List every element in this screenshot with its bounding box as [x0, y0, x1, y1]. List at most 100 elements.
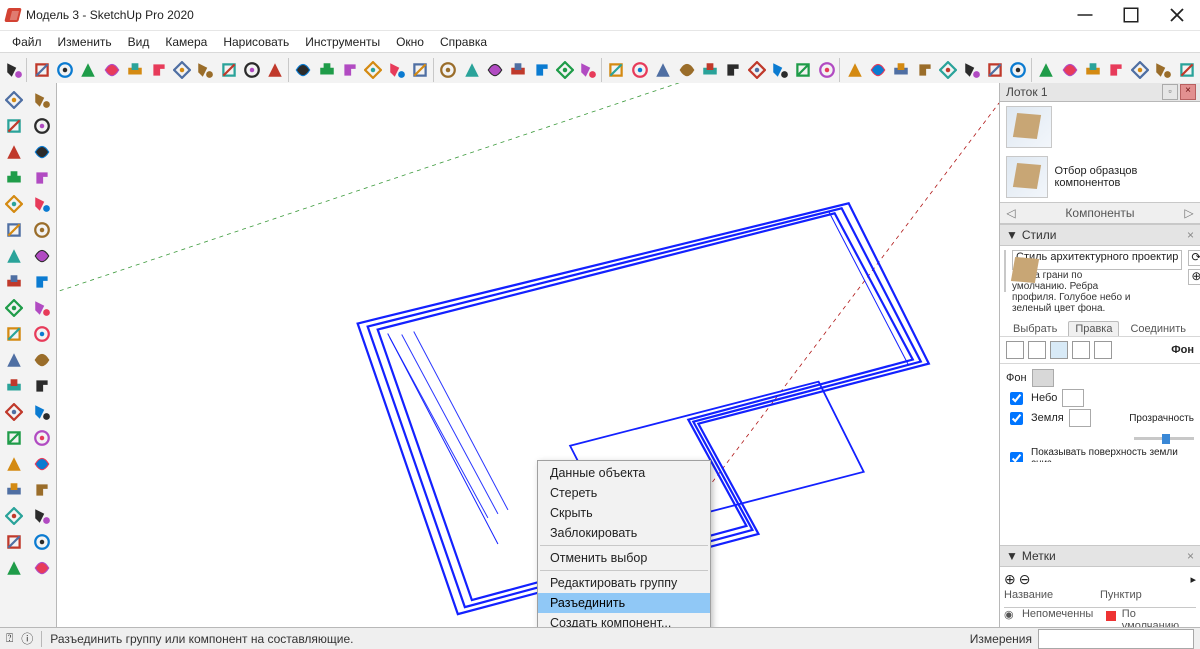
tool-rotate[interactable]	[240, 57, 263, 84]
ltool-axes[interactable]	[1, 373, 27, 399]
tool-offset[interactable]	[194, 57, 217, 84]
transparency-slider[interactable]	[1134, 437, 1194, 440]
tool-xray[interactable]	[768, 57, 791, 84]
bg-settings-icon[interactable]	[1050, 341, 1068, 359]
ltool-component[interactable]	[29, 87, 55, 113]
tool-house1[interactable]	[1035, 57, 1058, 84]
tool-iso[interactable]	[577, 57, 600, 84]
tool-top[interactable]	[605, 57, 628, 84]
tray-close-icon[interactable]: ×	[1180, 84, 1196, 100]
ltool-follow[interactable]	[29, 243, 55, 269]
tool-zoom-ext[interactable]	[507, 57, 530, 84]
prev-icon[interactable]: ◁	[1004, 206, 1018, 220]
help-icon[interactable]: ⍰	[6, 631, 13, 646]
tool-plugin4[interactable]	[983, 57, 1006, 84]
tool-house3[interactable]	[1081, 57, 1104, 84]
tool-eraser[interactable]	[30, 57, 53, 84]
ltool-offset[interactable]	[1, 269, 27, 295]
ltool-arc2[interactable]	[29, 165, 55, 191]
menu-view[interactable]: Вид	[122, 33, 156, 51]
tool-tape[interactable]	[292, 57, 315, 84]
tags-col-name[interactable]: Название	[1004, 589, 1094, 607]
next-icon[interactable]: ▷	[1182, 206, 1196, 220]
ltool-rect[interactable]	[1, 191, 27, 217]
ltool-solid[interactable]	[1, 555, 27, 581]
tags-col-dash[interactable]: Пунктир	[1100, 589, 1142, 607]
ctx-deselect[interactable]: Отменить выбор	[538, 548, 710, 568]
add-tag-icon[interactable]: ⊕	[1004, 571, 1016, 587]
face-settings-icon[interactable]	[1028, 341, 1046, 359]
modeling-icon[interactable]	[1094, 341, 1112, 359]
tool-orbit[interactable]	[437, 57, 460, 84]
tool-house2[interactable]	[1058, 57, 1081, 84]
components-footer[interactable]: ◁ Компоненты ▷	[1000, 202, 1200, 224]
menu-camera[interactable]: Камера	[159, 33, 213, 51]
tool-rect[interactable]	[100, 57, 123, 84]
ltool-prev[interactable]	[29, 477, 55, 503]
ltool-orbit[interactable]	[1, 425, 27, 451]
tab-edit[interactable]: Правка	[1068, 321, 1119, 336]
ltool-eraser[interactable]	[1, 113, 27, 139]
panel-close-icon[interactable]: ×	[1187, 549, 1194, 563]
ltool-tape[interactable]	[29, 321, 55, 347]
ltool-protractor[interactable]	[29, 347, 55, 373]
ltool-zoomwin[interactable]	[29, 451, 55, 477]
styles-header[interactable]: ▼Стили ×	[1000, 224, 1200, 246]
ltool-brush[interactable]	[29, 113, 55, 139]
ltool-zoomext[interactable]	[1, 477, 27, 503]
tool-pan[interactable]	[460, 57, 483, 84]
ltool-poly[interactable]	[1, 217, 27, 243]
ltool-arc[interactable]	[1, 165, 27, 191]
tray-pin-icon[interactable]: ▫	[1162, 84, 1178, 100]
remove-tag-icon[interactable]: ⊖	[1019, 571, 1031, 587]
ctx-explode[interactable]: Разъединить	[538, 593, 710, 613]
tool-zoom[interactable]	[483, 57, 506, 84]
ltool-label[interactable]	[1, 399, 27, 425]
tool-circle[interactable]	[124, 57, 147, 84]
tool-select[interactable]	[2, 57, 25, 84]
ltool-walk[interactable]	[1, 503, 27, 529]
ltool-move[interactable]	[29, 269, 55, 295]
menu-edit[interactable]: Изменить	[52, 33, 118, 51]
tool-text[interactable]	[338, 57, 361, 84]
edge-settings-icon[interactable]	[1006, 341, 1024, 359]
components-item[interactable]	[1000, 102, 1200, 152]
tool-move[interactable]	[217, 57, 240, 84]
canvas[interactable]: Данные объектаСтеретьСкрытьЗаблокировать…	[57, 83, 999, 628]
tool-plugin2[interactable]	[937, 57, 960, 84]
ltool-text[interactable]	[29, 373, 55, 399]
tags-header[interactable]: ▼Метки ×	[1000, 545, 1200, 567]
ltool-select[interactable]	[1, 87, 27, 113]
tool-plugin5[interactable]	[1007, 57, 1030, 84]
ltool-rotate[interactable]	[1, 295, 27, 321]
tool-push[interactable]	[170, 57, 193, 84]
menu-draw[interactable]: Нарисовать	[217, 33, 295, 51]
tool-house7[interactable]	[1175, 57, 1198, 84]
tool-left[interactable]	[698, 57, 721, 84]
ctx-edit_group[interactable]: Редактировать группу	[538, 573, 710, 593]
tool-right[interactable]	[652, 57, 675, 84]
ctx-erase[interactable]: Стереть	[538, 483, 710, 503]
tag-color-swatch[interactable]	[1106, 611, 1116, 621]
tool-paint[interactable]	[409, 57, 432, 84]
tool-protractor[interactable]	[315, 57, 338, 84]
info-icon[interactable]: ⓘ	[21, 630, 33, 647]
watermark-icon[interactable]	[1072, 341, 1090, 359]
tool-prev-view[interactable]	[530, 57, 553, 84]
ltool-pan[interactable]	[29, 425, 55, 451]
tool-shadow[interactable]	[722, 57, 745, 84]
ltool-style[interactable]	[29, 555, 55, 581]
tags-menu-icon[interactable]: ▸	[1190, 573, 1196, 586]
style-update-icon[interactable]: ⟳	[1188, 250, 1200, 266]
minimize-button[interactable]	[1062, 0, 1108, 30]
measurements-input[interactable]	[1038, 629, 1194, 649]
style-new-icon[interactable]: ⊕	[1188, 269, 1200, 285]
sky-color-swatch[interactable]	[1062, 389, 1084, 407]
ltool-line[interactable]	[1, 139, 27, 165]
ltool-free[interactable]	[29, 139, 55, 165]
tray-title[interactable]: Лоток 1 ▫ ×	[1000, 83, 1200, 102]
ctx-make_comp[interactable]: Создать компонент...	[538, 613, 710, 628]
menu-window[interactable]: Окно	[390, 33, 430, 51]
ltool-dim[interactable]	[1, 347, 27, 373]
ctx-entity_info[interactable]: Данные объекта	[538, 463, 710, 483]
